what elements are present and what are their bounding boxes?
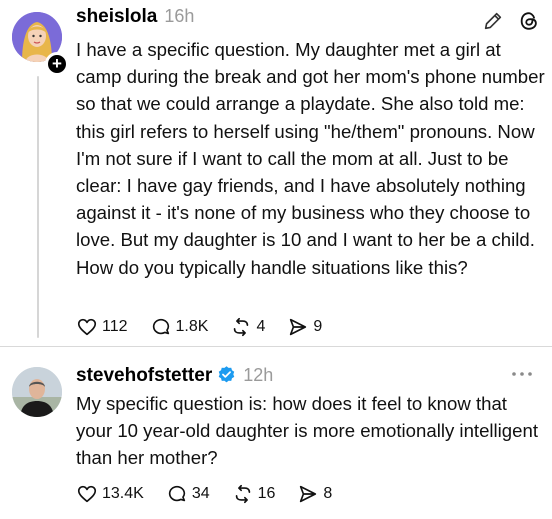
reply-button[interactable]: 1.8K — [150, 316, 209, 338]
post-text: I have a specific question. My daughter … — [76, 39, 545, 278]
repost-icon — [235, 484, 250, 504]
reply-button[interactable]: 34 — [166, 483, 210, 505]
post-actions: 112 1.8K 4 9 — [76, 316, 344, 338]
share-button[interactable]: 8 — [297, 483, 332, 505]
post-text: My specific question is: how does it fee… — [76, 393, 538, 469]
post-actions: 13.4K 34 16 8 — [76, 483, 354, 505]
repost-button[interactable]: 16 — [232, 483, 276, 505]
like-button[interactable]: 112 — [76, 316, 128, 338]
repost-icon — [234, 317, 249, 337]
like-button[interactable]: 13.4K — [76, 483, 144, 505]
thread-post-1: + sheislola 16h I have a specific questi… — [0, 0, 552, 345]
repost-count: 16 — [257, 485, 276, 502]
thread-line — [37, 76, 39, 338]
share-count: 9 — [313, 318, 323, 335]
plus-icon[interactable]: + — [45, 52, 69, 76]
verified-icon — [218, 366, 235, 383]
timestamp: 12h — [243, 365, 274, 385]
timestamp: 16h — [164, 6, 195, 26]
share-icon — [300, 485, 317, 503]
threads-logo-icon[interactable] — [518, 10, 540, 32]
reply-count: 1.8K — [175, 318, 209, 335]
more-icon[interactable] — [510, 369, 534, 379]
pencil-icon[interactable] — [482, 10, 504, 32]
share-button[interactable]: 9 — [287, 316, 322, 338]
avatar-stevehofstetter[interactable] — [12, 367, 62, 417]
heart-icon — [77, 318, 97, 336]
username[interactable]: stevehofstetter — [76, 365, 212, 387]
avatar-photo — [12, 367, 62, 417]
reply-count: 34 — [191, 485, 210, 502]
heart-icon — [77, 485, 97, 503]
post-header: stevehofstetter 12h — [76, 362, 273, 387]
repost-count: 4 — [256, 318, 266, 335]
share-icon — [290, 318, 307, 336]
repost-button[interactable]: 4 — [230, 316, 265, 338]
share-count: 8 — [323, 485, 333, 502]
like-count: 13.4K — [102, 485, 144, 502]
username[interactable]: sheislola — [76, 6, 157, 28]
comment-icon — [168, 485, 185, 502]
comment-icon — [152, 318, 169, 335]
like-count: 112 — [102, 318, 128, 335]
header-icons — [482, 10, 540, 32]
post-header: sheislola 16h — [76, 6, 194, 28]
post-divider — [0, 346, 552, 347]
